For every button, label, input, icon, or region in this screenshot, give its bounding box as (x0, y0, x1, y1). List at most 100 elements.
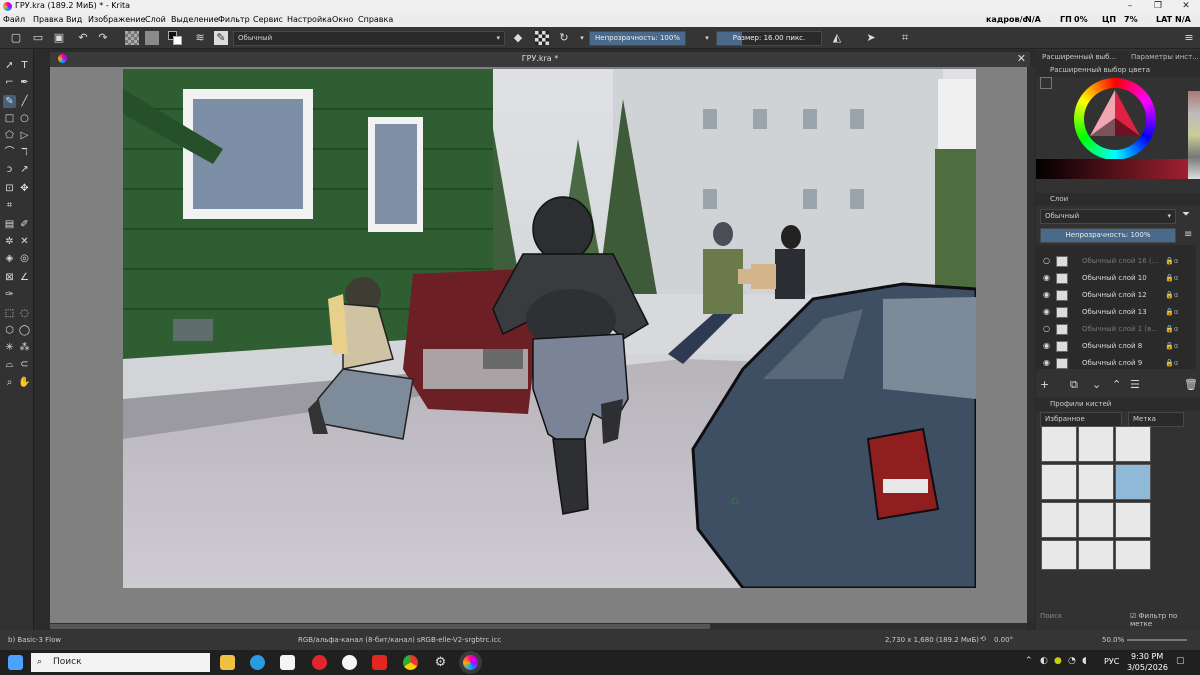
zoom-tool-icon[interactable]: ⌕ (3, 376, 16, 389)
brush-tag-button[interactable]: Метка (1128, 412, 1184, 427)
colorize-mask-tool-icon[interactable]: ✲ (3, 235, 16, 248)
eraser-mode-icon[interactable]: ◆ (511, 31, 525, 45)
minimize-button[interactable]: – (1116, 0, 1144, 13)
transform-tool-icon[interactable]: ⊡ (3, 182, 16, 195)
yandex-icon[interactable] (372, 655, 387, 670)
brush-preset-tile[interactable] (1115, 540, 1151, 570)
visibility-icon[interactable]: ◉ (1043, 287, 1052, 303)
layer-blend-select[interactable]: Обычный ▾ (1040, 209, 1176, 224)
menu-edit[interactable]: Правка (33, 15, 63, 24)
visibility-icon[interactable]: ◉ (1043, 270, 1052, 286)
brush-preset-tile[interactable] (1041, 464, 1077, 500)
layer-row[interactable]: ◉ Обычный слой 12 🔒α (1040, 287, 1190, 303)
menu-window[interactable]: Окно (332, 15, 353, 24)
color-triangle[interactable] (1088, 88, 1142, 142)
brush-preset-tile[interactable] (1041, 502, 1077, 538)
visibility-icon[interactable]: ○ (1043, 253, 1052, 269)
brush-preset-tile[interactable] (1041, 426, 1077, 462)
duplicate-layer-icon[interactable]: ⧉ (1070, 378, 1078, 392)
layer-row[interactable]: ◉ Обычный слой 13 🔒α (1040, 304, 1190, 320)
filter-by-tag-checkbox[interactable]: ☑ Фильтр по метке (1130, 612, 1200, 628)
ellipse-tool-icon[interactable]: ○ (18, 112, 31, 125)
close-window-button[interactable]: ✕ (1172, 0, 1200, 13)
tray-app-icon[interactable]: ◔ (1068, 656, 1076, 666)
tray-app-icon[interactable]: ◐ (1040, 656, 1048, 666)
assistant-tool-icon[interactable]: ⊠ (3, 271, 16, 284)
menu-help[interactable]: Справка (358, 15, 393, 24)
gradient-pattern-icon[interactable] (125, 31, 139, 45)
brush-preset-tile[interactable] (1078, 502, 1114, 538)
mirror-horizontal-icon[interactable]: ◭ (830, 31, 844, 45)
visibility-icon[interactable]: ○ (1043, 321, 1052, 337)
rect-select-tool-icon[interactable]: ⬚ (3, 307, 16, 320)
brush-preset-tile[interactable] (1115, 426, 1151, 462)
gradient-tool-icon[interactable]: ▤ (3, 218, 16, 231)
smart-patch-tool-icon[interactable]: ✕ (18, 235, 31, 248)
windows-start-icon[interactable] (8, 655, 23, 670)
scrollbar-thumb[interactable] (50, 624, 710, 629)
canvas-area[interactable] (50, 67, 1027, 623)
menu-file[interactable]: Файл (3, 15, 25, 24)
taskbar-search-box[interactable]: ⌕ Поиск (31, 653, 210, 672)
save-document-icon[interactable]: ▣ (52, 31, 66, 45)
tray-norton-icon[interactable]: ● (1054, 656, 1062, 666)
krita-taskbar-icon[interactable] (463, 655, 478, 670)
redo-icon[interactable]: ↷ (96, 31, 110, 45)
pan-tool-icon[interactable]: ✋ (18, 376, 31, 389)
magnetic-select-tool-icon[interactable]: ⊂ (18, 358, 31, 371)
color-swatches[interactable] (1188, 91, 1200, 179)
chevron-down-icon[interactable]: ▾ (575, 31, 589, 45)
brush-settings-icon[interactable]: ≋ (193, 31, 207, 45)
ellipse-select-tool-icon[interactable]: ◌ (18, 307, 31, 320)
blend-mode-select[interactable]: Обычный ▾ (233, 31, 505, 46)
mirror-vertical-icon[interactable]: ➤ (864, 31, 878, 45)
menu-layer[interactable]: Слой (145, 15, 166, 24)
add-layer-icon[interactable]: + (1040, 378, 1049, 391)
layer-row[interactable]: ○ Обычный слой 1 (в... 🔒α (1040, 321, 1190, 337)
layer-row[interactable]: ◉ Обычный слой 8 🔒α (1040, 338, 1190, 354)
menu-select[interactable]: Выделение (171, 15, 219, 24)
edit-shapes-tool-icon[interactable]: ⌐ (3, 76, 16, 89)
toolbar-menu-icon[interactable]: ≡ (1182, 31, 1196, 45)
move-layer-down-icon[interactable]: ⌄ (1092, 378, 1101, 391)
maximize-button[interactable]: ❐ (1144, 0, 1172, 13)
brush-preset-icon[interactable]: ✎ (214, 31, 228, 45)
freehand-brush-tool-icon[interactable]: ✎ (3, 95, 16, 108)
keyboard-language[interactable]: РУС (1104, 657, 1119, 666)
color-picker-tool-icon[interactable]: ✐ (18, 218, 31, 231)
edge-browser-icon[interactable] (250, 655, 265, 670)
reload-preset-icon[interactable]: ↻ (557, 31, 571, 45)
freehand-path-tool-icon[interactable]: ℸ (18, 146, 31, 159)
move-tool-icon[interactable]: ✥ (18, 182, 31, 195)
multibrush-tool-icon[interactable]: ↗ (18, 163, 31, 176)
horizontal-scrollbar[interactable] (50, 623, 1027, 630)
settings-gear-icon[interactable]: ⚙ (433, 655, 448, 670)
filter-icon[interactable]: ⏷ (1182, 209, 1190, 220)
tray-volume-icon[interactable]: ◖ (1082, 656, 1087, 666)
layer-lock-icon[interactable]: 🔒α (1165, 304, 1178, 320)
menu-view[interactable]: Вид (66, 15, 82, 24)
close-tab-icon[interactable]: ✕ (1017, 52, 1026, 65)
bezier-select-tool-icon[interactable]: ⌓ (3, 358, 16, 371)
color-wheel[interactable] (1074, 78, 1156, 160)
layer-row[interactable]: ○ Обычный слой 16 (... 🔒α (1040, 253, 1190, 269)
fill-tool-icon[interactable]: ◈ (3, 252, 16, 265)
reference-tool-icon[interactable]: ✑ (3, 288, 16, 301)
brush-search-input[interactable]: Поиск (1036, 612, 1126, 626)
similar-select-tool-icon[interactable]: ⁂ (18, 341, 31, 354)
measure-tool-icon[interactable]: ∠ (18, 271, 31, 284)
preserve-alpha-icon[interactable] (535, 31, 549, 45)
bezier-tool-icon[interactable]: ⌒ (3, 146, 16, 159)
undo-icon[interactable]: ↶ (76, 31, 90, 45)
clock-date[interactable]: 3/05/2026 (1127, 663, 1168, 672)
layer-lock-icon[interactable]: 🔒α (1165, 270, 1178, 286)
layer-properties-icon[interactable]: ☰ (1130, 378, 1140, 391)
layer-lock-icon[interactable]: 🔒α (1165, 321, 1178, 337)
brush-preset-tile[interactable] (1078, 540, 1114, 570)
menu-settings[interactable]: Настройка (287, 15, 332, 24)
enclose-fill-tool-icon[interactable]: ◎ (18, 252, 31, 265)
brush-preset-tile[interactable] (1041, 540, 1077, 570)
zoom-value[interactable]: 50.0% (1102, 636, 1124, 644)
contiguous-select-tool-icon[interactable]: ✳ (3, 341, 16, 354)
layer-row[interactable]: ◉ Обычный слой 9 🔒α (1040, 355, 1190, 371)
